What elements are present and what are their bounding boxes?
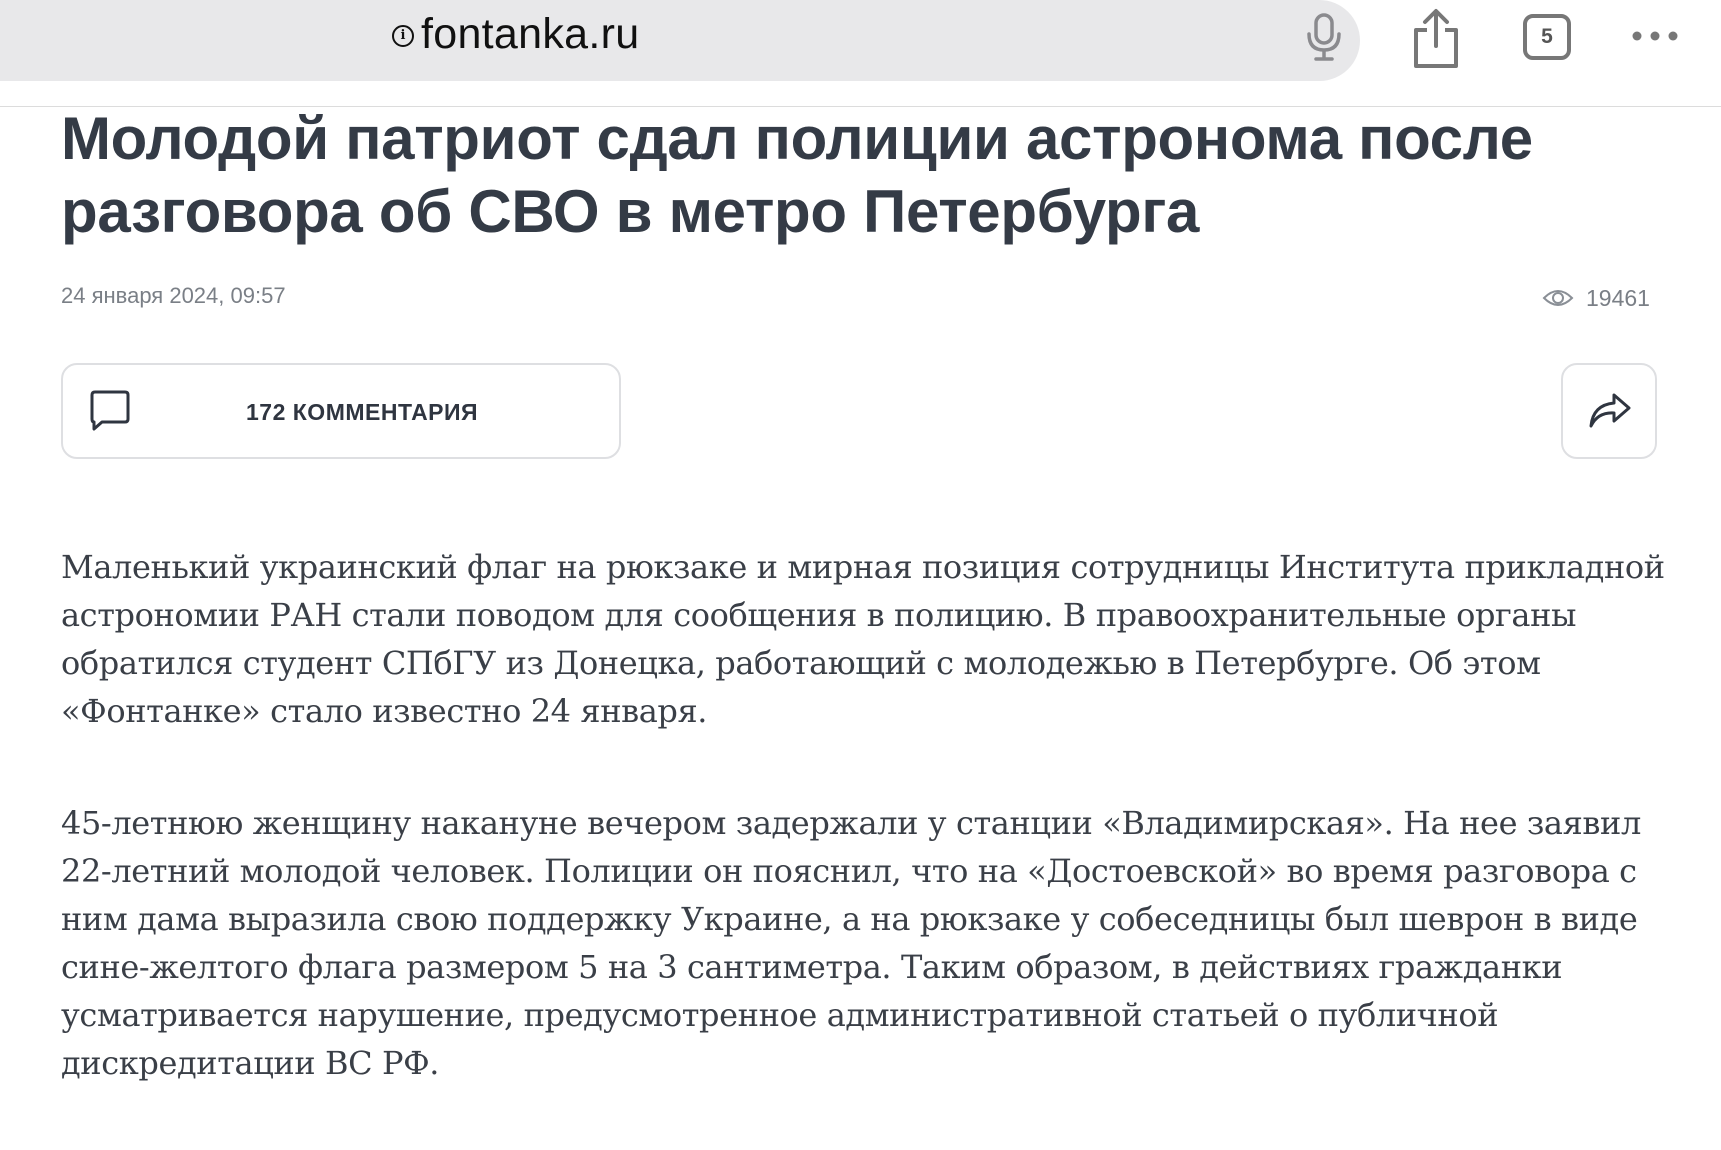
share-icon[interactable]: [1410, 8, 1462, 70]
view-count-value: 19461: [1586, 284, 1650, 311]
publish-date: 24 января 2024, 09:57: [61, 283, 286, 308]
address-bar[interactable]: [0, 0, 1360, 81]
tabs-icon[interactable]: 5: [1523, 14, 1571, 60]
view-count: 19461: [1542, 283, 1650, 313]
article-paragraph: 45-летнюю женщину накануне вечером задер…: [61, 804, 1641, 1082]
microphone-icon[interactable]: [1304, 12, 1344, 62]
share-article-button[interactable]: [1561, 363, 1657, 459]
comment-icon: [90, 390, 130, 431]
browser-toolbar: i fontanka.ru 5: [0, 0, 1721, 107]
comments-label: 172 КОММЕНТАРИЯ: [246, 399, 479, 425]
article-headline: Молодой патриот сдал полиции астронома п…: [61, 105, 1533, 245]
more-icon[interactable]: [1630, 26, 1680, 46]
article-paragraph: Маленький украинский флаг на рюкзаке и м…: [61, 548, 1665, 730]
site-info-icon[interactable]: i: [392, 25, 414, 47]
eye-icon: [1542, 290, 1574, 306]
forward-arrow-icon: [1589, 393, 1631, 428]
url-text[interactable]: fontanka.ru: [421, 10, 639, 59]
comments-button[interactable]: 172 КОММЕНТАРИЯ: [61, 363, 621, 459]
